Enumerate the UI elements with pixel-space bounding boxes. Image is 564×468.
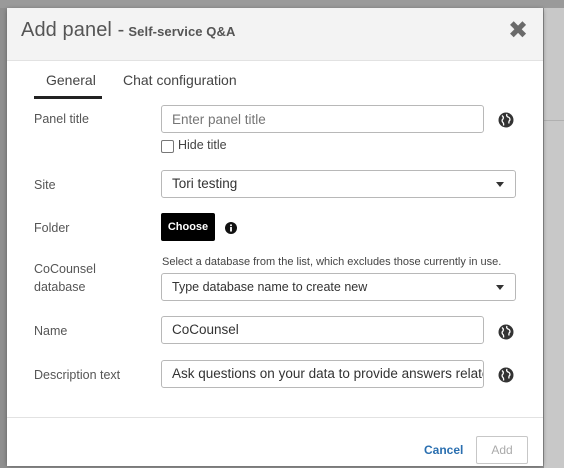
globe-icon[interactable]: [498, 324, 514, 340]
database-select-placeholder: Type database name to create new: [172, 280, 368, 294]
tab-general[interactable]: General: [46, 72, 96, 88]
site-label: Site: [34, 178, 56, 192]
database-label-line1: CoCounsel: [34, 262, 96, 276]
chevron-down-icon: [496, 182, 504, 187]
background-divider: [544, 120, 564, 121]
name-input[interactable]: CoCounsel: [161, 316, 484, 344]
description-input[interactable]: Ask questions on your data to provide an…: [161, 360, 484, 388]
panel-title-input[interactable]: [161, 105, 484, 133]
database-select[interactable]: Type database name to create new: [161, 273, 516, 301]
description-label: Description text: [34, 368, 121, 382]
hide-title-checkbox[interactable]: [161, 140, 174, 153]
dialog-header: Add panel - Self-service Q&A ✖: [7, 8, 543, 61]
globe-icon[interactable]: [498, 112, 514, 128]
site-select[interactable]: Tori testing: [161, 170, 516, 198]
description-input-value: Ask questions on your data to provide an…: [172, 366, 484, 381]
background-top: [0, 0, 564, 8]
tab-chat-configuration[interactable]: Chat configuration: [123, 72, 237, 88]
dialog-title-text: Add panel -: [21, 19, 125, 41]
choose-folder-button[interactable]: Choose: [161, 213, 215, 241]
dialog-title: Add panel - Self-service Q&A: [21, 19, 236, 42]
chevron-down-icon: [496, 285, 504, 290]
site-select-value: Tori testing: [172, 176, 238, 191]
info-icon[interactable]: [225, 222, 237, 234]
hide-title-label: Hide title: [178, 138, 227, 152]
folder-label: Folder: [34, 221, 70, 235]
dialog-subtitle: Self-service Q&A: [128, 24, 236, 39]
background-page: [544, 8, 564, 468]
close-icon[interactable]: ✖: [507, 19, 529, 43]
active-tab-indicator: [34, 96, 102, 99]
name-label: Name: [34, 324, 68, 338]
cancel-button[interactable]: Cancel: [424, 443, 463, 457]
globe-icon[interactable]: [498, 367, 514, 383]
dialog-footer: Cancel Add: [7, 417, 543, 466]
add-button[interactable]: Add: [476, 436, 528, 464]
database-hint: Select a database from the list, which e…: [162, 256, 502, 268]
add-panel-dialog: Add panel - Self-service Q&A ✖ General Ch…: [7, 8, 543, 466]
database-label-line2: database: [34, 280, 86, 294]
panel-title-label: Panel title: [34, 112, 89, 126]
name-input-value: CoCounsel: [172, 322, 239, 337]
